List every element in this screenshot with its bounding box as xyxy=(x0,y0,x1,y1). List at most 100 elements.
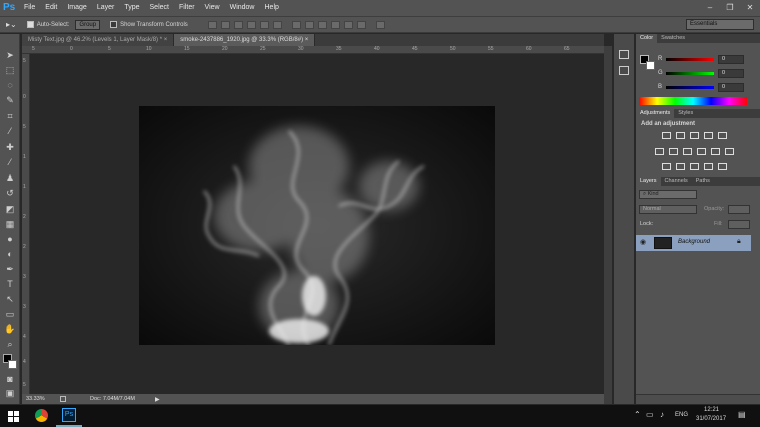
restore-button[interactable]: ❐ xyxy=(720,0,740,16)
layer-row-background[interactable]: ◉ Background 🔒︎ xyxy=(636,235,751,251)
chrome-taskbar-icon[interactable] xyxy=(35,409,48,422)
tab-close-icon[interactable]: × xyxy=(305,37,309,43)
clock-time[interactable]: 12:21 xyxy=(704,407,719,413)
threshold-icon[interactable] xyxy=(690,163,699,170)
move-tool-preset-icon[interactable]: ▸⌄ xyxy=(6,20,17,29)
zoom-icon[interactable]: ⌕ xyxy=(4,339,16,350)
distribute-top-icon[interactable] xyxy=(291,20,301,29)
layer-kind-filter[interactable]: ⌕ Kind xyxy=(639,190,697,199)
blur-icon[interactable]: ● xyxy=(4,234,16,245)
color-lookup-icon[interactable] xyxy=(725,148,734,155)
tray-chevron-icon[interactable]: ⌃ xyxy=(634,410,641,419)
close-button[interactable]: ✕ xyxy=(740,0,760,16)
gradient-map-icon[interactable] xyxy=(704,163,713,170)
align-top-icon[interactable] xyxy=(207,20,217,29)
network-icon[interactable]: ▭ xyxy=(646,410,654,419)
menu-edit[interactable]: Edit xyxy=(40,0,62,16)
photo-filter-icon[interactable] xyxy=(697,148,706,155)
invert-icon[interactable] xyxy=(662,163,671,170)
blue-value[interactable]: 0 xyxy=(718,83,744,92)
transform-controls-checkbox[interactable] xyxy=(110,21,118,28)
dodge-icon[interactable]: ◐ xyxy=(4,249,16,260)
vertical-scrollbar[interactable] xyxy=(604,46,612,404)
hand-icon[interactable]: ✋ xyxy=(4,324,16,335)
menu-window[interactable]: Window xyxy=(225,0,260,16)
tab-smoke[interactable]: smoke-2437886_1920.jpg @ 33.3% (RGB/8#) … xyxy=(174,34,316,46)
auto-select-checkbox[interactable] xyxy=(26,21,34,28)
menu-help[interactable]: Help xyxy=(260,0,284,16)
selective-color-icon[interactable] xyxy=(718,163,727,170)
menu-view[interactable]: View xyxy=(200,0,225,16)
history-brush-icon[interactable]: ↺ xyxy=(4,188,16,199)
distribute-bottom-icon[interactable] xyxy=(317,20,327,29)
tab-paths[interactable]: Paths xyxy=(692,177,714,186)
eraser-icon[interactable]: ◩ xyxy=(4,204,16,215)
zoom-level[interactable]: 33.33% xyxy=(26,396,56,402)
distribute-right-icon[interactable] xyxy=(356,20,366,29)
tab-styles[interactable]: Styles xyxy=(674,109,697,118)
auto-select-dropdown[interactable]: Group xyxy=(75,19,101,30)
tab-close-icon[interactable]: × xyxy=(164,37,168,43)
blend-mode-dropdown[interactable]: Normal xyxy=(639,205,697,214)
color-balance-icon[interactable] xyxy=(669,148,678,155)
levels-icon[interactable] xyxy=(676,132,685,139)
menu-select[interactable]: Select xyxy=(145,0,174,16)
eyedropper-icon[interactable]: ⁄ xyxy=(4,126,16,137)
tab-color[interactable]: Color xyxy=(636,34,658,43)
align-bottom-icon[interactable] xyxy=(233,20,243,29)
tab-channels[interactable]: Channels xyxy=(661,177,692,186)
history-panel-icon[interactable] xyxy=(619,50,629,59)
quick-select-icon[interactable]: ✎ xyxy=(4,95,16,106)
distribute-hcenter-icon[interactable] xyxy=(343,20,353,29)
status-menu-icon[interactable]: ▶ xyxy=(155,396,160,403)
tab-misty-text[interactable]: Misty Text.jpg @ 46.2% (Levels 1, Layer … xyxy=(22,34,175,46)
curves-icon[interactable] xyxy=(690,132,699,139)
properties-panel-icon[interactable] xyxy=(619,66,629,75)
auto-align-icon[interactable] xyxy=(375,20,385,29)
gradient-icon[interactable]: ▦ xyxy=(4,219,16,230)
menu-type[interactable]: Type xyxy=(119,0,144,16)
tab-layers[interactable]: Layers xyxy=(636,177,661,186)
red-value[interactable]: 0 xyxy=(718,55,744,64)
channel-mixer-icon[interactable] xyxy=(711,148,720,155)
brightness-contrast-icon[interactable] xyxy=(662,132,671,139)
color-spectrum[interactable] xyxy=(639,97,747,105)
move-tool-icon[interactable]: ➤ xyxy=(4,50,16,61)
volume-icon[interactable]: ♪ xyxy=(660,410,664,419)
screen-mode-icon[interactable]: ▣ xyxy=(4,388,16,399)
background-swatch[interactable] xyxy=(8,360,17,369)
vibrance-icon[interactable] xyxy=(718,132,727,139)
align-right-icon[interactable] xyxy=(272,20,282,29)
align-left-icon[interactable] xyxy=(246,20,256,29)
blue-slider[interactable] xyxy=(666,86,714,89)
language-indicator[interactable]: ENG xyxy=(675,412,688,418)
tab-adjustments[interactable]: Adjustments xyxy=(636,109,675,118)
green-slider[interactable] xyxy=(666,72,714,75)
shape-icon[interactable]: ▭ xyxy=(4,309,16,320)
fill-field[interactable] xyxy=(728,220,750,229)
brush-icon[interactable]: ⁄ xyxy=(4,157,16,168)
marquee-icon[interactable]: ⬚ xyxy=(4,65,16,76)
menu-file[interactable]: File xyxy=(19,0,40,16)
background-color-chip[interactable] xyxy=(646,61,655,70)
path-select-icon[interactable]: ↖ xyxy=(4,294,16,305)
layer-name[interactable]: Background xyxy=(678,239,710,245)
pen-icon[interactable]: ✒ xyxy=(4,264,16,275)
exposure-icon[interactable] xyxy=(704,132,713,139)
workspace-dropdown[interactable]: Essentials xyxy=(686,19,754,30)
notifications-icon[interactable]: ▤ xyxy=(738,410,746,419)
menu-layer[interactable]: Layer xyxy=(92,0,120,16)
status-export-icon[interactable] xyxy=(60,396,66,402)
black-white-icon[interactable] xyxy=(683,148,692,155)
posterize-icon[interactable] xyxy=(676,163,685,170)
quick-mask-icon[interactable]: ◙ xyxy=(4,374,16,385)
stamp-icon[interactable]: ♟ xyxy=(4,173,16,184)
type-icon[interactable]: T xyxy=(4,279,16,290)
menu-image[interactable]: Image xyxy=(62,0,91,16)
align-vcenter-icon[interactable] xyxy=(220,20,230,29)
windows-start-icon[interactable] xyxy=(8,411,19,422)
clock-date[interactable]: 31/07/2017 xyxy=(696,416,726,422)
menu-filter[interactable]: Filter xyxy=(174,0,200,16)
photoshop-taskbar-icon[interactable]: Ps xyxy=(62,408,76,422)
tab-swatches[interactable]: Swatches xyxy=(657,34,689,43)
